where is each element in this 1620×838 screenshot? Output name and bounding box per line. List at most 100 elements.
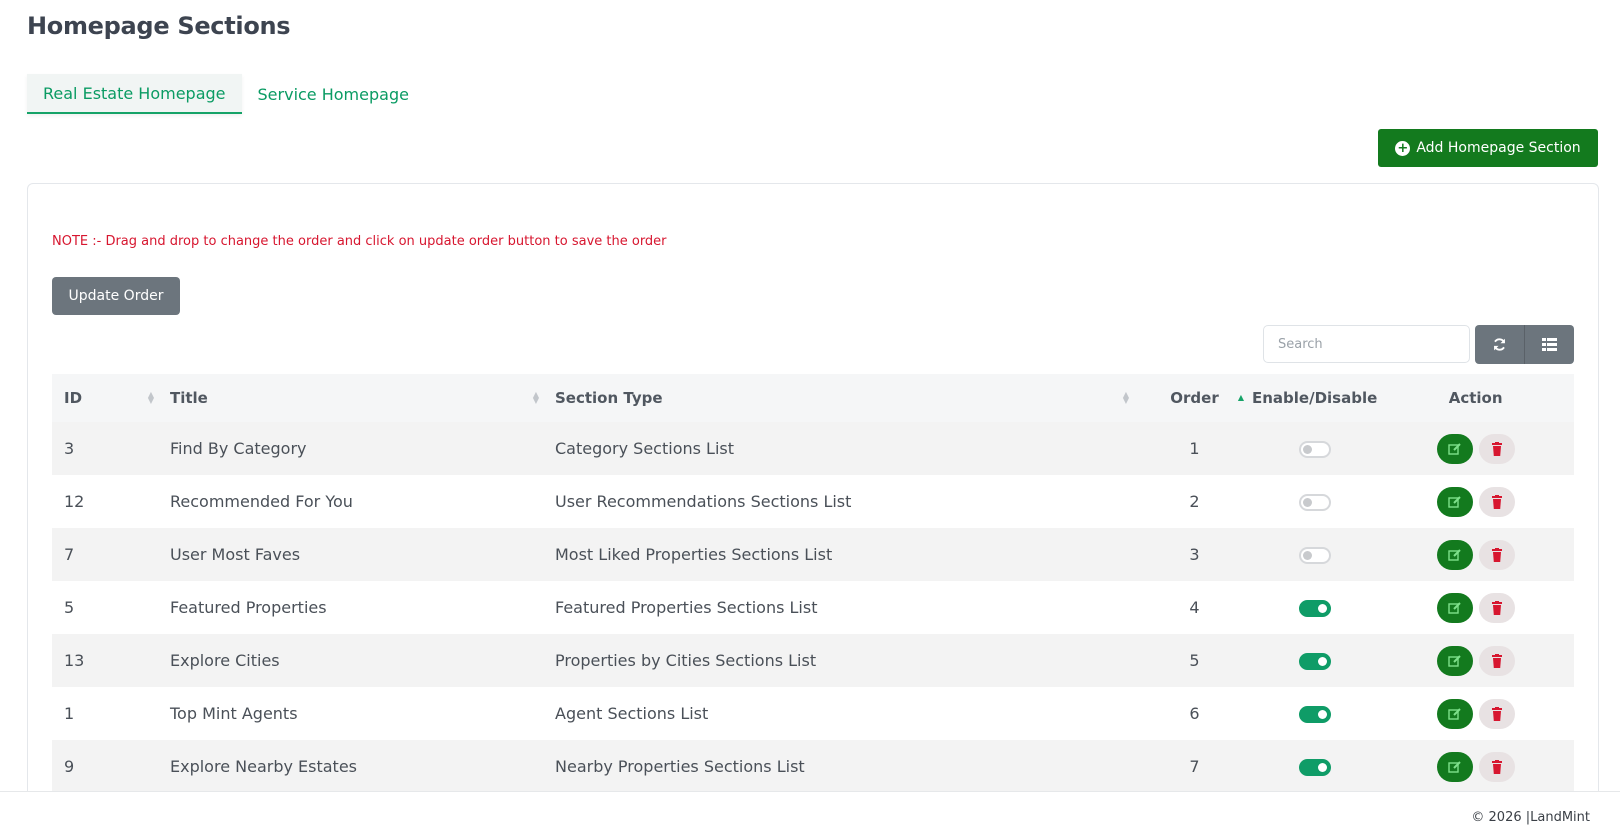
cell-enable	[1252, 528, 1377, 581]
cell-title: User Most Faves	[170, 545, 301, 564]
edit-icon	[1447, 495, 1461, 508]
sort-icon: ▲ ▼	[147, 390, 154, 405]
cell-section-type: Most Liked Properties Sections List	[555, 545, 833, 564]
edit-icon	[1447, 760, 1461, 773]
edit-button[interactable]	[1436, 433, 1473, 464]
enable-toggle[interactable]	[1298, 441, 1331, 458]
trash-icon	[1491, 706, 1502, 721]
cell-id: 3	[64, 439, 75, 458]
enable-toggle[interactable]	[1298, 600, 1331, 617]
cell-enable	[1252, 475, 1377, 528]
edit-button[interactable]	[1436, 592, 1473, 623]
table-row[interactable]: 9 Explore Nearby Estates Nearby Properties…	[52, 740, 1574, 793]
delete-button[interactable]	[1478, 433, 1515, 464]
column-header-title-label: Title	[170, 389, 208, 407]
cell-id: 12	[64, 492, 85, 511]
cell-order: 2	[1189, 492, 1200, 511]
trash-icon	[1491, 653, 1502, 668]
edit-icon	[1447, 654, 1461, 667]
cell-section-type: Featured Properties Sections List	[555, 598, 818, 617]
table-row[interactable]: 1 Top Mint Agents Agent Sections List 6	[52, 687, 1574, 740]
cell-title: Featured Properties	[170, 598, 327, 617]
enable-toggle[interactable]	[1298, 706, 1331, 723]
delete-button[interactable]	[1478, 645, 1515, 676]
cell-id: 9	[64, 757, 75, 776]
cell-title: Recommended For You	[170, 492, 353, 511]
cell-order: 6	[1189, 704, 1200, 723]
cell-enable	[1252, 634, 1377, 687]
sort-asc-icon: ▲	[1237, 393, 1244, 402]
cell-id: 7	[64, 545, 75, 564]
enable-toggle[interactable]	[1298, 494, 1331, 511]
table-row[interactable]: 7 User Most Faves Most Liked Properties Se…	[52, 528, 1574, 581]
column-header-action: Action	[1448, 389, 1503, 407]
sections-table: ID ▲ ▼ Title ▲ ▼ Section Type ▲ ▼ Order ▲ Enabl…	[52, 374, 1574, 793]
edit-button[interactable]	[1436, 698, 1473, 729]
table-row[interactable]: 3 Find By Category Category Sections List 1	[52, 422, 1574, 475]
edit-button[interactable]	[1436, 645, 1473, 676]
cell-id: 5	[64, 598, 75, 617]
trash-icon	[1491, 441, 1502, 456]
cell-action	[1377, 475, 1574, 528]
cell-section-type: Properties by Cities Sections List	[555, 651, 817, 670]
cell-section-type: Agent Sections List	[555, 704, 709, 723]
cell-section-type: User Recommendations Sections List	[555, 492, 852, 511]
column-header-order-label: Order	[1170, 389, 1219, 407]
edit-icon	[1447, 601, 1461, 614]
table-row[interactable]: 12 Recommended For You User Recommendation…	[52, 475, 1574, 528]
delete-button[interactable]	[1478, 592, 1515, 623]
enable-toggle[interactable]	[1298, 653, 1331, 670]
trash-icon	[1491, 494, 1502, 509]
cell-id: 1	[64, 704, 75, 723]
delete-button[interactable]	[1478, 751, 1515, 782]
delete-button[interactable]	[1478, 486, 1515, 517]
cell-title: Explore Cities	[170, 651, 280, 670]
copyright-text: © 2026 |LandMint	[1471, 810, 1590, 825]
search-input[interactable]	[1263, 325, 1470, 363]
cell-order: 4	[1189, 598, 1200, 617]
footer: © 2026 |LandMint	[0, 791, 1620, 838]
cell-section-type: Nearby Properties Sections List	[555, 757, 805, 776]
cell-action	[1377, 581, 1574, 634]
trash-icon	[1491, 600, 1502, 615]
tab-service-homepage[interactable]: Service Homepage	[242, 74, 425, 114]
edit-icon	[1447, 442, 1461, 455]
update-order-button[interactable]: Update Order	[52, 277, 180, 315]
cell-order: 5	[1189, 651, 1200, 670]
enable-toggle[interactable]	[1298, 759, 1331, 776]
table-header-row: ID ▲ ▼ Title ▲ ▼ Section Type ▲ ▼ Order ▲ Enabl…	[52, 374, 1574, 422]
trash-icon	[1491, 759, 1502, 774]
page-title: Homepage Sections	[27, 12, 291, 40]
add-homepage-section-button[interactable]: + Add Homepage Section	[1378, 129, 1598, 167]
drag-drop-note: NOTE :- Drag and drop to change the orde…	[52, 234, 667, 249]
table-row[interactable]: 13 Explore Cities Properties by Cities Sec…	[52, 634, 1574, 687]
enable-toggle[interactable]	[1298, 547, 1331, 564]
homepage-tabs: Real Estate Homepage Service Homepage	[27, 74, 425, 114]
column-header-order[interactable]: Order ▲	[1137, 374, 1252, 422]
table-body: 3 Find By Category Category Sections List 1…	[52, 422, 1574, 793]
columns-button[interactable]	[1524, 325, 1574, 364]
column-header-id[interactable]: ID ▲ ▼	[52, 374, 162, 422]
edit-button[interactable]	[1436, 751, 1473, 782]
cell-id: 13	[64, 651, 85, 670]
delete-button[interactable]	[1478, 698, 1515, 729]
cell-section-type: Category Sections List	[555, 439, 735, 458]
cell-enable	[1252, 740, 1377, 793]
sort-icon: ▲ ▼	[532, 390, 539, 405]
column-header-title[interactable]: Title ▲ ▼	[162, 374, 547, 422]
table-row[interactable]: 5 Featured Properties Featured Properties …	[52, 581, 1574, 634]
edit-icon	[1447, 707, 1461, 720]
sort-icon: ▲ ▼	[1122, 390, 1129, 405]
plus-circle-icon: +	[1395, 140, 1411, 156]
cell-order: 3	[1189, 545, 1200, 564]
cell-title: Find By Category	[170, 439, 307, 458]
tab-real-estate-homepage[interactable]: Real Estate Homepage	[27, 74, 242, 114]
refresh-button[interactable]	[1475, 325, 1524, 364]
column-header-section-type[interactable]: Section Type ▲ ▼	[547, 374, 1137, 422]
delete-button[interactable]	[1478, 539, 1515, 570]
edit-button[interactable]	[1436, 539, 1473, 570]
cell-title: Top Mint Agents	[170, 704, 298, 723]
add-homepage-section-label: Add Homepage Section	[1416, 140, 1581, 156]
edit-button[interactable]	[1436, 486, 1473, 517]
cell-enable	[1252, 687, 1377, 740]
